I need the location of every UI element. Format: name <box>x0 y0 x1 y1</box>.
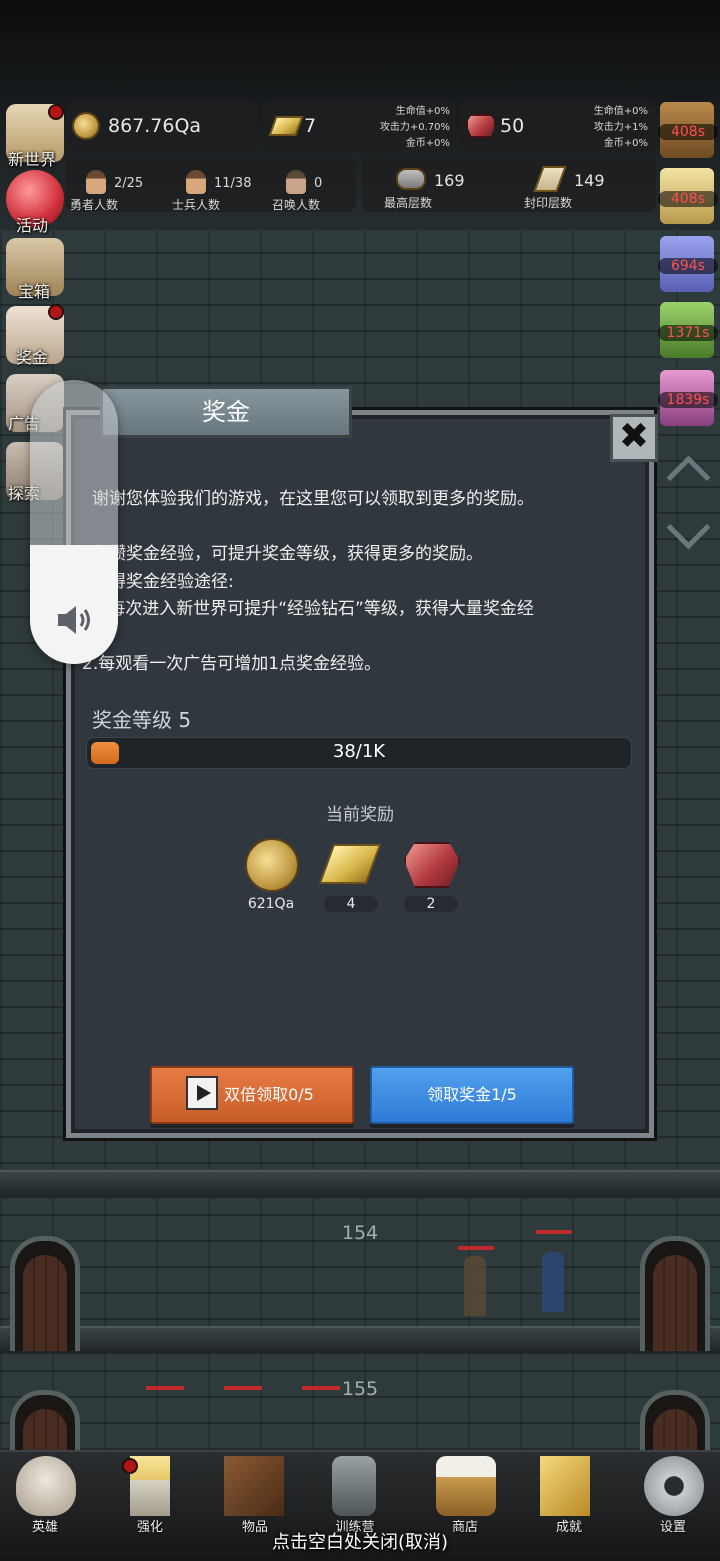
video-icon <box>186 1076 218 1110</box>
boss-timer: 408s <box>658 124 718 140</box>
hero-count: 2/25 <box>114 176 144 191</box>
bonus-hp: 生命值+0% <box>593 106 648 117</box>
reward-gem-count: 2 <box>404 896 458 912</box>
sealed-floor-label: 封印层数 <box>524 196 573 210</box>
progress-text: 38/1K <box>332 741 386 762</box>
summon-count-label: 召唤人数 <box>272 198 321 212</box>
ruby-icon <box>466 114 496 138</box>
bonus-gold: 金币+0% <box>405 138 450 149</box>
dialog-body <box>75 419 645 1129</box>
enemy-health-bar <box>458 1246 494 1250</box>
gold-bar-value: 7 <box>304 115 317 137</box>
double-claim-button[interactable]: 双倍领取0/5 <box>150 1066 354 1124</box>
bonus-hp: 生命值+0% <box>395 106 450 117</box>
bonus-attack: 攻击力+1% <box>593 122 648 133</box>
bonus-attack: 攻击力+0.70% <box>379 122 450 133</box>
hero-icon <box>86 170 106 194</box>
gold-bar-bonus: 生命值+0% 攻击力+0.70% 金币+0% <box>346 104 450 152</box>
dungeon-door <box>640 1390 710 1455</box>
gold-value: 867.76Qa <box>108 115 202 137</box>
enemy-health-bar <box>224 1386 262 1390</box>
gold-coin-icon <box>245 838 299 892</box>
book-icon[interactable] <box>224 1456 284 1516</box>
dungeon-door <box>10 1236 80 1351</box>
close-hint: 点击空白处关闭(取消) <box>271 1532 449 1553</box>
bonus-dialog <box>66 410 654 1138</box>
bell-timer: 408s <box>658 191 718 207</box>
ruby-icon <box>404 842 460 888</box>
gem-bonus: 生命值+0% 攻击力+1% 金币+0% <box>548 104 648 152</box>
soldier-count: 11/38 <box>214 176 252 191</box>
max-floor-label: 最高层数 <box>384 196 433 210</box>
floor-divider <box>0 1170 720 1198</box>
enemy-health-bar <box>146 1386 184 1390</box>
event-label[interactable]: 活动 <box>16 212 48 236</box>
hero-count-label: 勇者人数 <box>70 198 119 212</box>
beer-mug-icon[interactable] <box>436 1456 496 1516</box>
new-world-label[interactable]: 新世界 <box>8 146 56 170</box>
enemy-health-bar <box>536 1230 572 1234</box>
notification-dot <box>48 104 64 120</box>
gold-coin-icon <box>72 112 100 140</box>
dialog-text-line: 1.每次进入新世界可提升“经验钻石”等级，获得大量奖金经 <box>92 599 534 619</box>
sealed-floor-value: 149 <box>574 171 605 190</box>
bonus-progress-bar: 38/1K <box>86 737 632 769</box>
rewards-title: 当前奖励 <box>326 805 394 825</box>
chest-label[interactable]: 宝箱 <box>18 278 50 302</box>
floor-divider <box>0 1326 720 1354</box>
potion-timer: 1371s <box>658 325 718 341</box>
claim-bonus-button[interactable]: 领取奖金1/5 <box>370 1066 574 1124</box>
close-button[interactable]: ✖ <box>610 414 658 462</box>
summon-icon <box>286 170 306 194</box>
skeleton-enemy <box>464 1256 486 1316</box>
soldier-count-label: 士兵人数 <box>172 198 221 212</box>
soldier-icon <box>186 170 206 194</box>
reward-bar-count: 4 <box>324 896 378 912</box>
crystal-timer: 694s <box>658 258 718 274</box>
dungeon-door <box>640 1236 710 1351</box>
bonus-label[interactable]: 奖金 <box>16 344 48 368</box>
gem-value: 50 <box>500 115 525 137</box>
dungeon-door <box>10 1390 80 1455</box>
key-icon[interactable] <box>540 1456 590 1516</box>
floor-number: 154 <box>341 1222 379 1244</box>
notification-dot <box>122 1458 138 1474</box>
max-floor-value: 169 <box>434 171 465 190</box>
summon-count: 0 <box>314 176 323 191</box>
reward-gold-count: 621Qa <box>247 896 295 912</box>
wizard-enemy <box>542 1252 564 1312</box>
dialog-title: 奖金 <box>100 386 352 438</box>
volume-slider[interactable] <box>30 380 118 664</box>
enemy-health-bar <box>302 1386 340 1390</box>
dialog-text-line: 谢谢您体验我们的游戏，在这里您可以领取到更多的奖励。 <box>92 489 534 509</box>
notification-dot <box>48 304 64 320</box>
gear-icon[interactable] <box>644 1456 704 1516</box>
stone-icon <box>396 168 426 190</box>
dialog-text-line: 积攒奖金经验，可提升奖金等级，获得更多的奖励。 <box>92 544 483 564</box>
skull-icon[interactable] <box>16 1456 76 1516</box>
lantern-icon[interactable] <box>332 1456 376 1516</box>
bonus-gold: 金币+0% <box>603 138 648 149</box>
speaker-icon <box>58 606 90 634</box>
gift-timer: 1839s <box>658 392 718 408</box>
dialog-text-line: 2.每观看一次广告可增加1点奖金经验。 <box>82 654 382 674</box>
bonus-level-label: 奖金等级 5 <box>92 708 192 732</box>
